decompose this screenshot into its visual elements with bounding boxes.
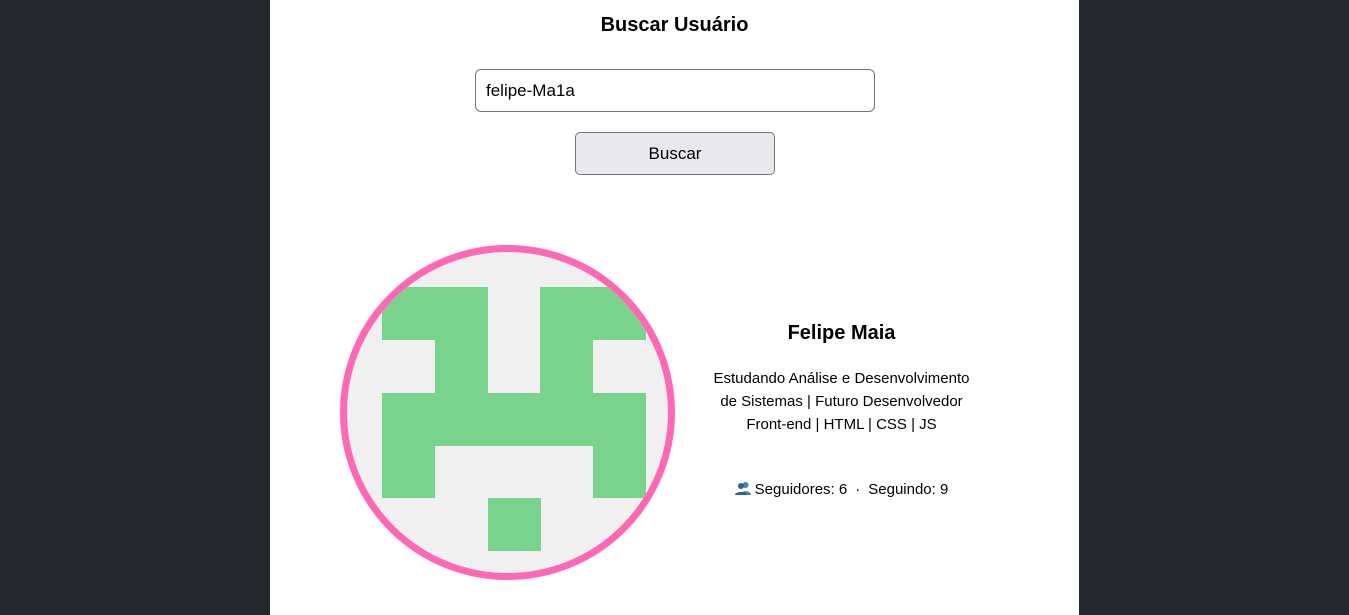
- search-button[interactable]: Buscar: [575, 132, 775, 175]
- profile-bio: Estudando Análise e Desenvolvimento de S…: [713, 370, 970, 433]
- search-input[interactable]: [475, 69, 875, 112]
- profile-name: Felipe Maia: [787, 322, 896, 344]
- identicon: [382, 287, 646, 551]
- profile-stats: Seguidores: 6 · Seguindo: 9: [710, 481, 973, 498]
- people-icon: [734, 481, 751, 495]
- stats-separator: ·: [855, 481, 861, 498]
- main-panel: Buscar Usuário Buscar Felipe Maia Estuda…: [270, 0, 1079, 615]
- avatar: [340, 245, 675, 580]
- following-count: Seguindo: 9: [868, 481, 949, 498]
- followers-count: Seguidores: 6: [754, 481, 848, 498]
- page-title: Buscar Usuário: [600, 14, 749, 36]
